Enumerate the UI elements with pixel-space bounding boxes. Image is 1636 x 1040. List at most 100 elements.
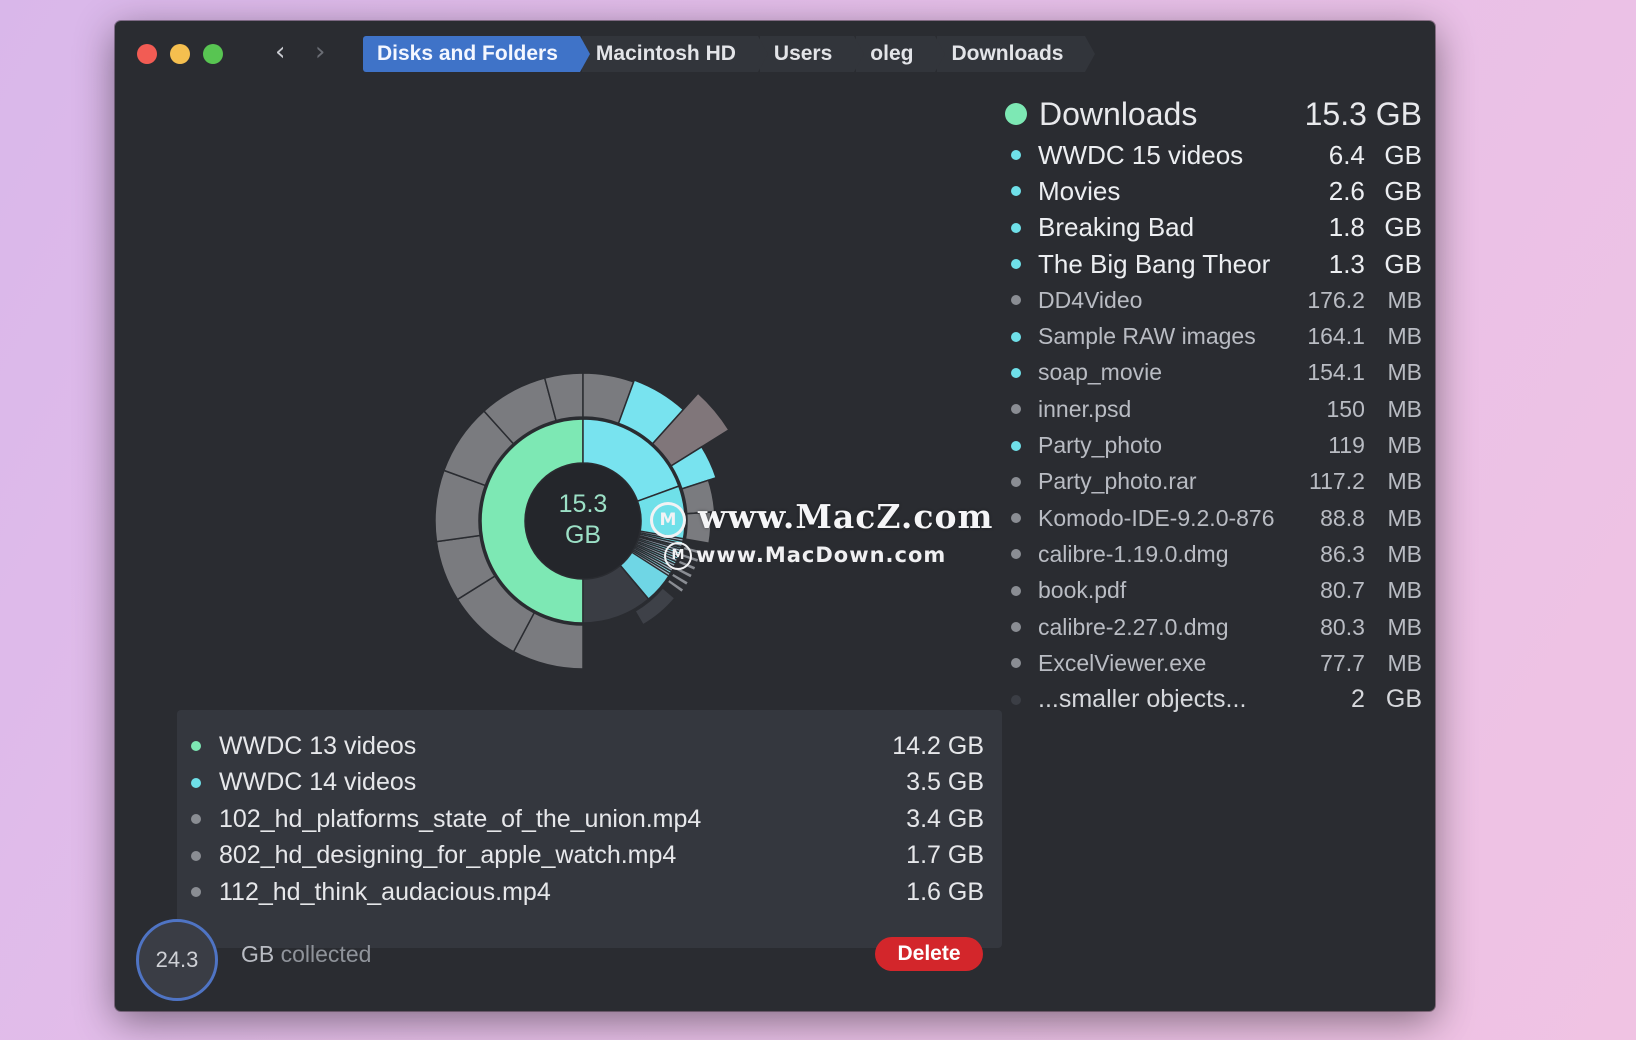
item-unit: MB [1387, 432, 1423, 459]
watermark-text-secondary: www.MacDown.com [696, 543, 947, 567]
item-unit: MB [1387, 286, 1423, 313]
collected-item-name: 112_hd_think_audacious.mp4 [219, 877, 551, 906]
breadcrumb-disks-and-folders[interactable]: Disks and Folders [363, 36, 590, 72]
folder-item-row[interactable]: Sample RAW images 164.1 MB [1002, 318, 1422, 354]
breadcrumb-macintosh-hd[interactable]: Macintosh HD [581, 36, 768, 72]
item-unit: MB [1387, 504, 1423, 531]
item-size: 119 [1328, 432, 1365, 459]
close-window-button[interactable] [137, 44, 157, 64]
folder-item-row[interactable]: ExcelViewer.exe 77.7 MB [1002, 645, 1422, 681]
item-name: calibre-1.19.0.dmg [1038, 540, 1229, 567]
item-size: 2 [1350, 685, 1365, 714]
chevron-left-icon[interactable]: ‹ [275, 37, 285, 67]
item-name: WWDC 15 videos [1038, 139, 1244, 170]
item-size: 176.2 [1307, 286, 1365, 313]
item-unit: MB [1387, 613, 1423, 640]
watermark-logo-small-icon: M [664, 542, 692, 570]
item-unit: MB [1387, 359, 1423, 386]
item-color-dot [1011, 259, 1021, 270]
collected-item-dot [191, 777, 201, 788]
collected-item-name: 802_hd_designing_for_apple_watch.mp4 [219, 841, 677, 870]
zoom-window-button[interactable] [203, 44, 223, 64]
item-name: Party_photo.rar [1038, 468, 1197, 495]
collected-item-row[interactable]: WWDC 14 videos 3.5 GB [177, 765, 1002, 802]
collected-size-badge[interactable]: 24.3 [136, 919, 218, 1001]
item-size: 77.7 [1320, 649, 1365, 676]
item-color-dot [1011, 222, 1021, 233]
item-size: 80.3 [1320, 613, 1365, 640]
item-size: 88.8 [1320, 504, 1365, 531]
item-name: book.pdf [1038, 577, 1127, 604]
folder-item-row[interactable]: Movies 2.6 GB [1002, 173, 1422, 209]
item-color-dot [1011, 549, 1021, 560]
breadcrumb-oleg[interactable]: oleg [856, 36, 946, 72]
breadcrumb-downloads[interactable]: Downloads [937, 36, 1096, 72]
item-size: 80.7 [1320, 577, 1365, 604]
item-size: 1.8 [1328, 212, 1365, 243]
collected-items-list: WWDC 13 videos 14.2 GB WWDC 14 videos 3.5 G… [177, 710, 1002, 911]
watermark-logo-icon: M [650, 502, 686, 538]
item-name: ...smaller objects... [1038, 685, 1247, 714]
chart-center-value: 15.3 [558, 490, 608, 518]
item-unit: MB [1387, 540, 1423, 567]
minimize-window-button[interactable] [170, 44, 190, 64]
item-color-dot [1011, 513, 1021, 524]
item-unit: GB [1384, 212, 1422, 243]
folder-item-row[interactable]: book.pdf 80.7 MB [1002, 573, 1422, 609]
item-color-dot [1011, 622, 1021, 632]
folder-item-row[interactable]: DD4Video 176.2 MB [1002, 282, 1422, 318]
folder-item-row[interactable]: WWDC 15 videos 6.4 GB [1002, 137, 1422, 173]
folder-item-row[interactable]: calibre-2.27.0.dmg 80.3 MB [1002, 609, 1422, 645]
collected-text: collected [274, 941, 372, 967]
item-name: inner.psd [1038, 395, 1132, 422]
folder-item-row[interactable]: ...smaller objects... 2 GB [1002, 681, 1422, 717]
collected-item-row[interactable]: 802_hd_designing_for_apple_watch.mp4 1.7 … [177, 838, 1002, 875]
item-color-dot [1011, 694, 1021, 705]
folder-item-row[interactable]: Breaking Bad 1.8 GB [1002, 210, 1422, 246]
item-unit: GB [1384, 139, 1422, 170]
collected-item-dot [191, 887, 201, 898]
item-name: DD4Video [1038, 286, 1143, 313]
collected-item-name: WWDC 13 videos [219, 731, 417, 760]
app-window: ‹ › Disks and Folders Macintosh HD Users… [115, 21, 1435, 1011]
item-name: Komodo-IDE-9.2.0-876 [1038, 504, 1275, 531]
collected-unit: GB [241, 941, 275, 967]
item-color-dot [1011, 585, 1021, 596]
watermark-text: www.MacZ.com [698, 497, 994, 536]
item-unit: GB [1385, 685, 1422, 714]
collected-item-row[interactable]: 102_hd_platforms_state_of_the_union.mp4 3… [177, 801, 1002, 838]
chart-center-unit: GB [564, 521, 602, 549]
item-name: calibre-2.27.0.dmg [1038, 613, 1229, 640]
collected-item-name: WWDC 14 videos [219, 768, 417, 797]
item-color-dot [1011, 331, 1021, 342]
item-size: 164.1 [1307, 323, 1365, 350]
collected-item-dot [191, 814, 201, 825]
item-name: Movies [1038, 175, 1121, 206]
collected-label: GB collected [241, 941, 371, 968]
collected-item-name: 102_hd_platforms_state_of_the_union.mp4 [219, 804, 702, 833]
folder-item-row[interactable]: soap_movie 154.1 MB [1002, 355, 1422, 391]
folder-item-row[interactable]: The Big Bang Theor 1.3 GB [1002, 246, 1422, 282]
collected-item-row[interactable]: WWDC 13 videos 14.2 GB [177, 728, 1002, 765]
folder-item-row[interactable]: inner.psd 150 MB [1002, 391, 1422, 427]
item-color-dot [1011, 186, 1021, 197]
item-size: 117.2 [1309, 468, 1365, 495]
item-unit: MB [1387, 468, 1423, 495]
collected-item-size: 3.4 GB [906, 804, 984, 833]
item-unit: MB [1387, 395, 1423, 422]
collected-item-size: 3.5 GB [906, 768, 984, 797]
collected-item-dot [191, 741, 201, 752]
delete-button[interactable]: Delete [875, 937, 983, 971]
folder-item-row[interactable]: Party_photo 119 MB [1002, 427, 1422, 463]
item-name: ExcelViewer.exe [1038, 649, 1207, 676]
collected-item-size: 14.2 GB [892, 731, 984, 760]
collector-footer: 24.3 GB collected Delete [115, 911, 1435, 1001]
chevron-right-icon[interactable]: › [315, 37, 325, 67]
item-name: soap_movie [1038, 359, 1163, 386]
folder-item-row[interactable]: Party_photo.rar 117.2 MB [1002, 464, 1422, 500]
folder-header: Downloads 15.3 GB [1002, 91, 1422, 137]
folder-item-row[interactable]: Komodo-IDE-9.2.0-876 88.8 MB [1002, 500, 1422, 536]
collected-item-row[interactable]: 112_hd_think_audacious.mp4 1.6 GB [177, 874, 1002, 911]
folder-item-row[interactable]: calibre-1.19.0.dmg 86.3 MB [1002, 536, 1422, 572]
breadcrumb-users[interactable]: Users [759, 36, 865, 72]
